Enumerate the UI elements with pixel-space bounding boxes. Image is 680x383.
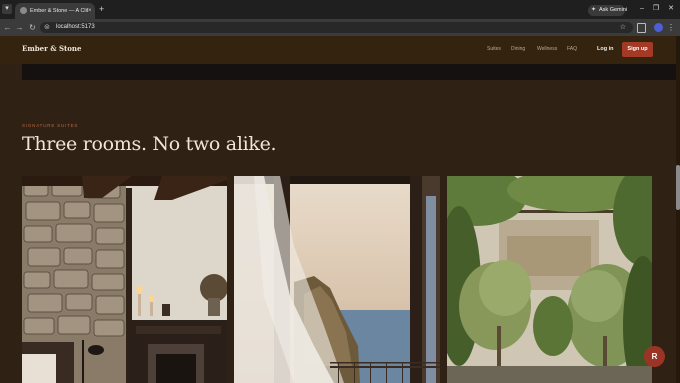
reload-icon[interactable]: ↻	[28, 22, 37, 33]
maximize-icon[interactable]: ❐	[651, 4, 661, 14]
scrollbar-thumb[interactable]	[676, 165, 680, 210]
section-eyebrow: SIGNATURE SUITES	[22, 123, 79, 128]
bookmark-star-icon[interactable]: ☆	[620, 22, 626, 33]
tab-title: Ember & Stone — A Clifftside Retreat	[30, 8, 88, 14]
site-info-icon[interactable]: ⊜	[44, 22, 50, 33]
extensions-icon[interactable]	[637, 23, 646, 33]
brand-logo[interactable]: Ember & Stone	[22, 44, 81, 53]
site-header: Ember & Stone Suites Dining Wellness FAQ…	[0, 36, 676, 64]
stone-fireplace-room-photo	[22, 176, 227, 383]
browser-toolbar: ← → ↻ ⊜ localhost:5173 ☆ ⋮	[0, 19, 680, 36]
login-link[interactable]: Log in	[597, 46, 614, 52]
nav-link-wellness[interactable]: Wellness	[537, 46, 557, 52]
browser-tab-strip: ▾ Ember & Stone — A Clifftside Retreat ×…	[0, 0, 680, 19]
suite-card-fireplace[interactable]	[22, 176, 227, 383]
suite-card-seaview[interactable]	[234, 176, 440, 383]
address-bar[interactable]: ⊜ localhost:5173 ☆	[40, 22, 633, 33]
forward-icon[interactable]: →	[15, 22, 24, 33]
tab-search-icon[interactable]: ▾	[2, 4, 12, 14]
new-tab-icon[interactable]: +	[99, 4, 104, 14]
sea-view-window-photo	[234, 176, 440, 383]
sparkle-icon: ✦	[591, 7, 597, 13]
favicon-icon	[20, 7, 27, 14]
nav-link-suites[interactable]: Suites	[487, 46, 501, 52]
back-icon[interactable]: ←	[3, 22, 12, 33]
tab-close-icon[interactable]: ×	[88, 6, 92, 16]
browser-tab[interactable]: Ember & Stone — A Clifftside Retreat ×	[15, 3, 95, 19]
nav-link-faq[interactable]: FAQ	[567, 46, 577, 52]
signup-button[interactable]: Sign up	[622, 42, 653, 57]
nav-link-dining[interactable]: Dining	[511, 46, 525, 52]
page-viewport: Ember & Stone Suites Dining Wellness FAQ…	[0, 36, 680, 383]
suite-card-garden[interactable]	[447, 176, 652, 383]
ask-gemini-label: Ask Gemini	[599, 7, 628, 13]
browser-menu-icon[interactable]: ⋮	[667, 22, 675, 33]
ask-gemini-button[interactable]: ✦ Ask Gemini	[588, 5, 628, 16]
garden-courtyard-photo	[447, 176, 652, 383]
hero-bottom-edge	[22, 64, 676, 80]
section-headline: Three rooms. No two alike.	[22, 133, 277, 155]
minimize-icon[interactable]: –	[637, 4, 647, 14]
close-window-icon[interactable]: ✕	[666, 4, 676, 14]
chat-avatar-button[interactable]: R	[644, 346, 665, 367]
profile-avatar[interactable]	[654, 23, 663, 32]
url-text: localhost:5173	[56, 24, 95, 30]
